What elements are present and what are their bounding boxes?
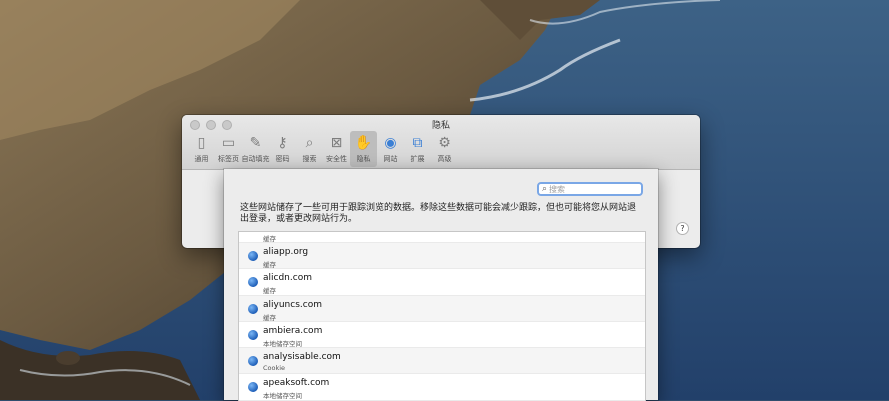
search-field[interactable]: ⌕ xyxy=(537,182,643,196)
domain-name: alicdn.com xyxy=(263,273,312,284)
list-item[interactable]: ambiera.com 本地储存空间 xyxy=(239,322,645,349)
data-type: 缓存 xyxy=(263,313,276,322)
list-item[interactable]: 缓存 xyxy=(239,232,645,243)
tab-advanced[interactable]: ⚙ 高级 xyxy=(431,131,458,167)
window-title: 隐私 xyxy=(431,121,450,131)
website-list[interactable]: 缓存 aliapp.org 缓存 alicdn.com 缓存 aliyuncs.… xyxy=(238,231,646,401)
key-icon: ⚷ xyxy=(277,135,288,151)
title-bar: 隐私 ▯ 通用 ▭ 标签页 ✎ 自动填充 ⚷ 密码 ⌕ 搜索 ⊠ 安全性 ✋ 隐… xyxy=(182,115,700,170)
domain-name: analysisable.com xyxy=(263,352,341,363)
domain-name: aliapp.org xyxy=(263,247,309,257)
pencil-icon: ✎ xyxy=(249,135,262,151)
puzzle-icon: ⧉ xyxy=(412,135,423,151)
website-data-sheet: ⌕ 这些网站储存了一些可用于跟踪浏览的数据。移除这些数据可能会减少跟踪，但也可能… xyxy=(224,169,658,401)
data-type: Cookie xyxy=(263,364,286,373)
domain-name: aliyuncs.com xyxy=(263,299,322,310)
tab-autofill[interactable]: ✎ 自动填充 xyxy=(242,131,270,167)
globe-icon xyxy=(248,303,258,314)
tabs-icon: ▭ xyxy=(221,135,236,151)
list-item[interactable]: alicdn.com 缓存 xyxy=(239,269,645,296)
data-type: 缓存 xyxy=(263,261,276,269)
globe-icon xyxy=(248,356,258,367)
gear-icon: ⚙ xyxy=(438,135,451,151)
list-item[interactable]: analysisable.com Cookie xyxy=(239,348,645,375)
lock-icon: ⊠ xyxy=(330,135,343,151)
hand-icon: ✋ xyxy=(354,135,373,151)
tab-websites[interactable]: ◉ 网站 xyxy=(377,131,404,167)
description-text: 这些网站储存了一些可用于跟踪浏览的数据。移除这些数据可能会减少跟踪，但也可能将您… xyxy=(240,203,637,224)
globe-icon xyxy=(248,382,258,393)
tab-security[interactable]: ⊠ 安全性 xyxy=(323,131,350,167)
preferences-toolbar: ▯ 通用 ▭ 标签页 ✎ 自动填充 ⚷ 密码 ⌕ 搜索 ⊠ 安全性 ✋ 隐私 ◉… xyxy=(188,131,458,167)
tab-extensions[interactable]: ⧉ 扩展 xyxy=(404,131,431,167)
search-icon: ⌕ xyxy=(305,135,314,151)
tab-search[interactable]: ⌕ 搜索 xyxy=(296,131,323,167)
globe-icon xyxy=(248,329,258,340)
data-type: 缓存 xyxy=(263,235,276,243)
globe-icon xyxy=(248,251,258,261)
search-input[interactable] xyxy=(549,184,630,194)
domain-name: ambiera.com xyxy=(263,325,323,336)
data-type: 缓存 xyxy=(263,287,276,296)
tab-general[interactable]: ▯ 通用 xyxy=(188,131,215,167)
tab-tabs[interactable]: ▭ 标签页 xyxy=(215,131,242,167)
tab-privacy[interactable]: ✋ 隐私 xyxy=(350,131,377,167)
tab-passwords[interactable]: ⚷ 密码 xyxy=(269,131,296,167)
search-icon: ⌕ xyxy=(542,183,548,194)
domain-name: apeaksoft.com xyxy=(263,378,330,389)
globe-icon: ◉ xyxy=(384,135,397,151)
globe-icon xyxy=(248,277,258,288)
data-type: 本地储存空间 xyxy=(263,392,302,401)
list-item[interactable]: aliapp.org 缓存 xyxy=(239,243,645,270)
list-item[interactable]: aliyuncs.com 缓存 xyxy=(239,295,645,322)
list-item[interactable]: apeaksoft.com 本地储存空间 xyxy=(239,374,645,401)
switch-icon: ▯ xyxy=(197,135,206,151)
help-button[interactable]: ? xyxy=(676,222,689,235)
data-type: 本地储存空间 xyxy=(263,339,302,348)
